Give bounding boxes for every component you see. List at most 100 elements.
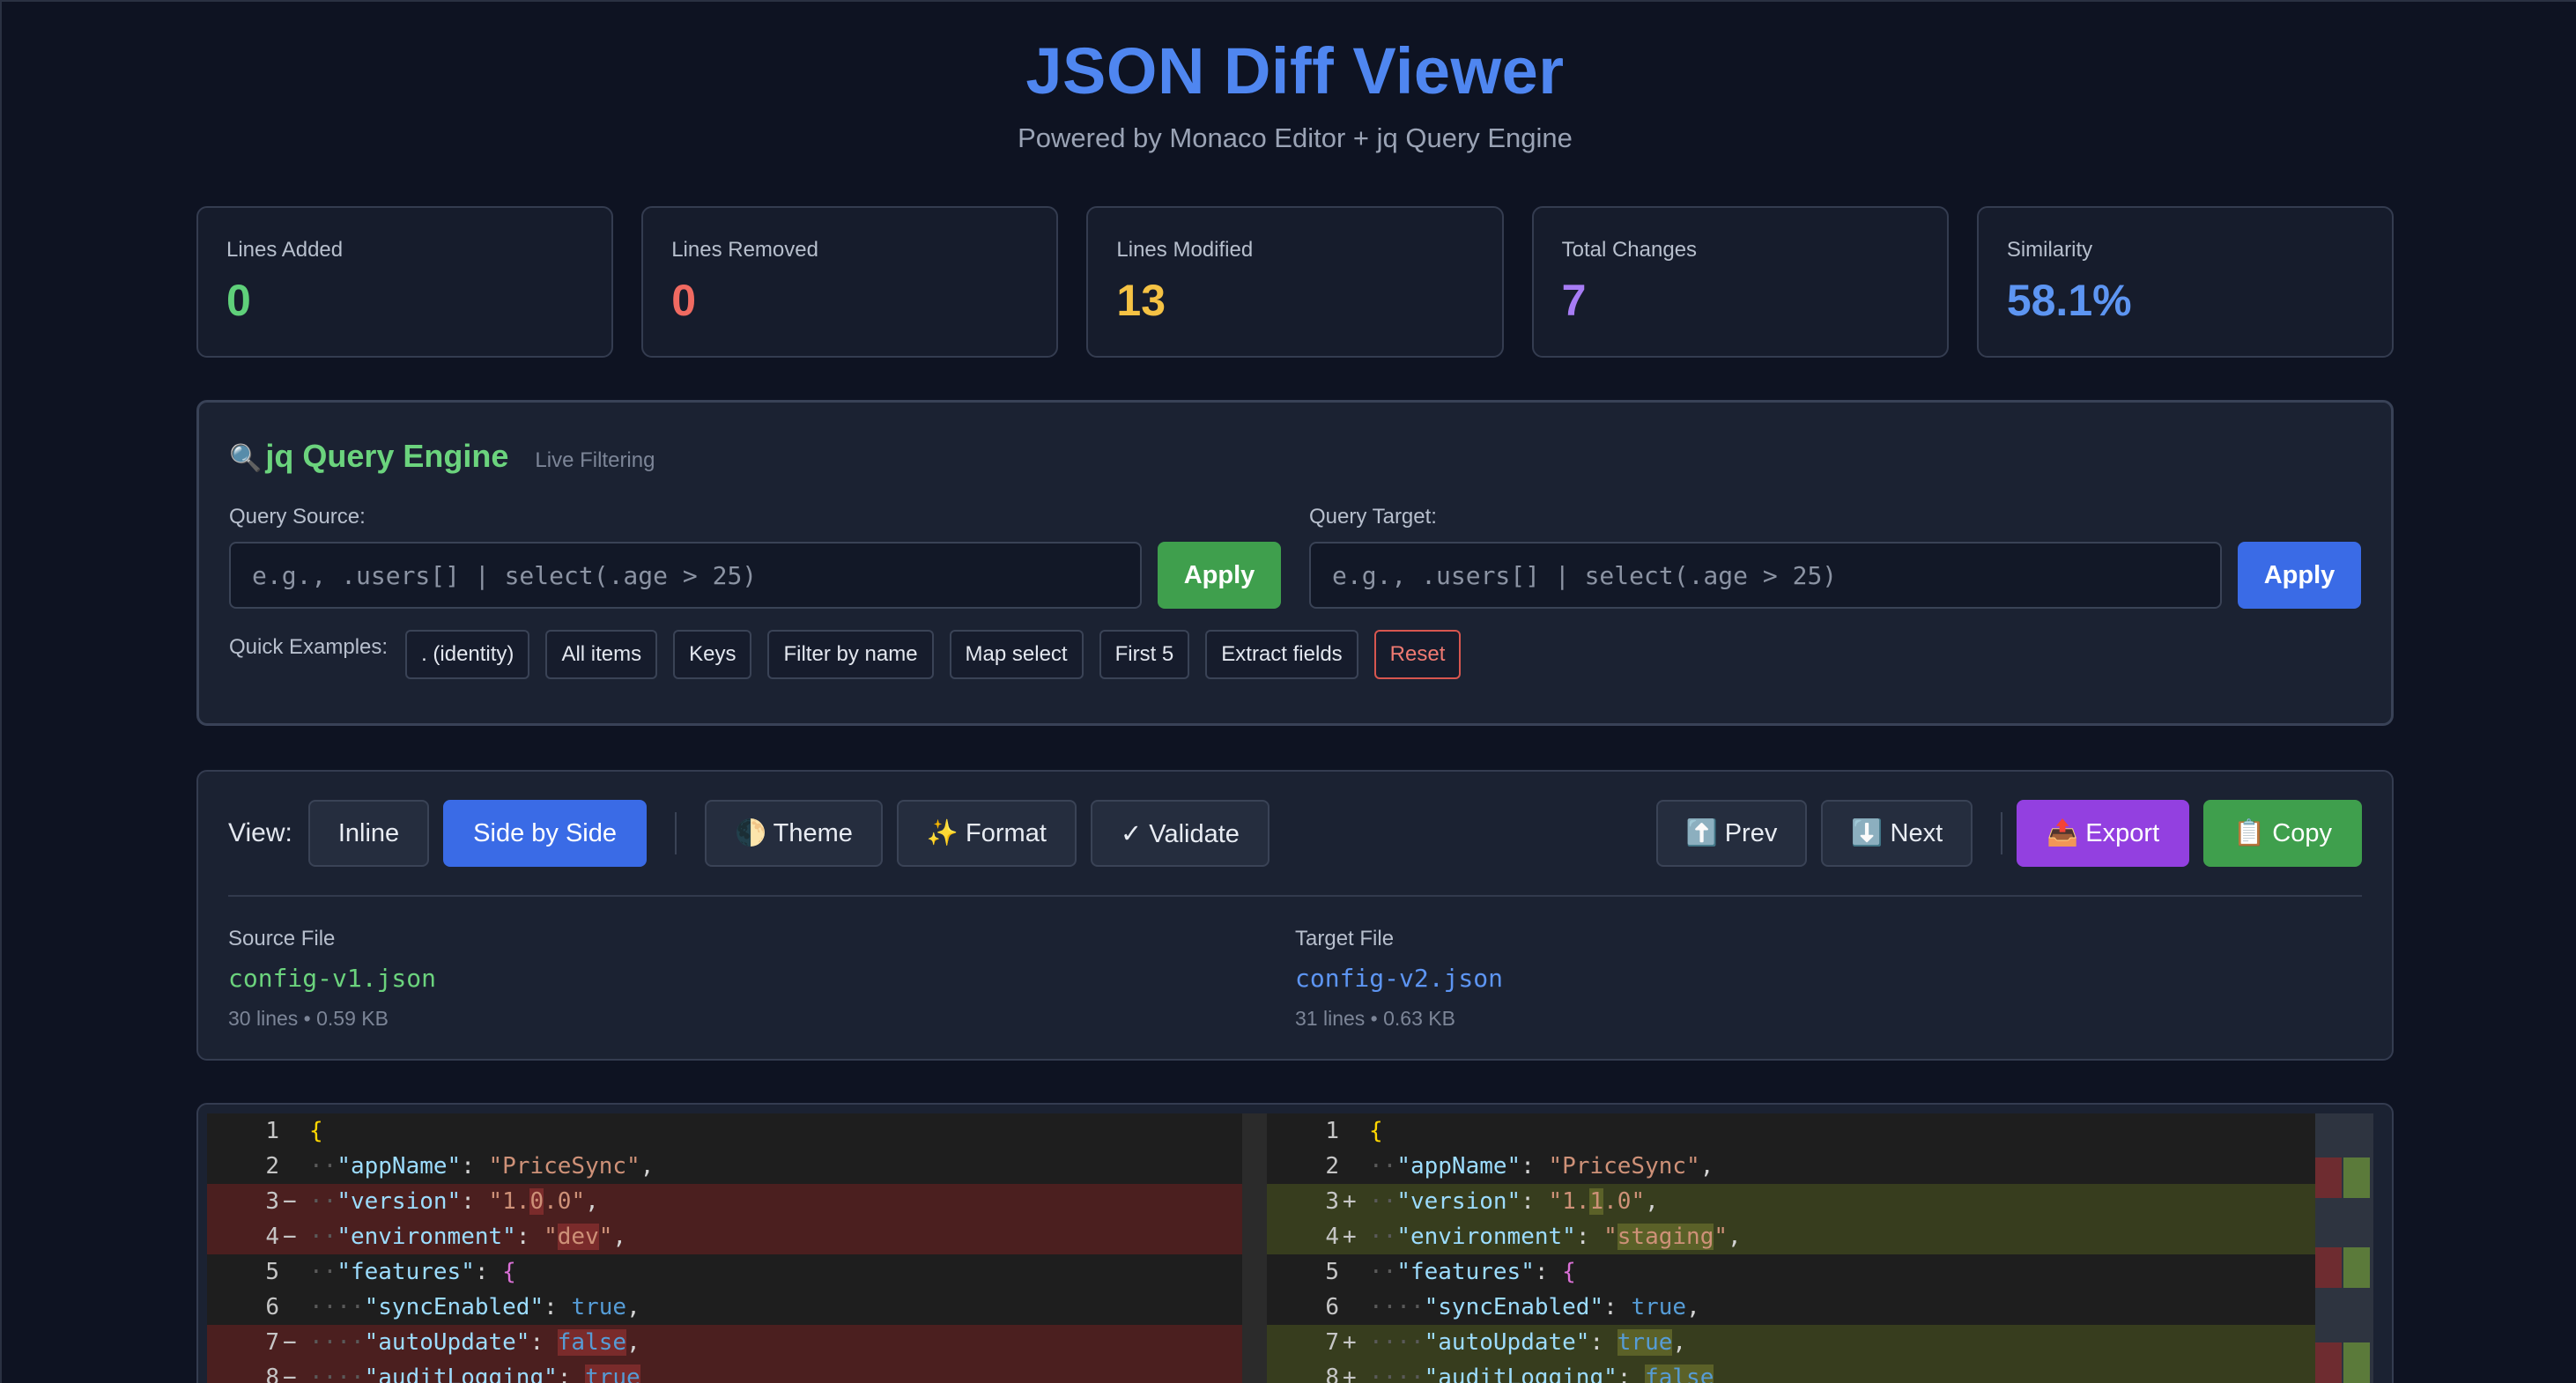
diff-gutter-marker: − [283,1224,297,1250]
stat-value: 13 [1116,276,1166,325]
query-source-group: Query Source: Apply [229,505,1281,609]
line-number: 3 [265,1188,279,1215]
left-code-line[interactable]: 8− ····"auditLogging": true [207,1360,1267,1383]
code-text: ··"appName": "PriceSync", [1369,1153,1714,1180]
source-editor-pane[interactable]: 1{ 2 ··"appName": "PriceSync", 3− ··"version… [207,1113,1267,1383]
right-code-line[interactable]: 7 + ····"autoUpdate": true, [1267,1325,2373,1360]
target-file-name: config-v2.json [1295,964,1504,993]
line-number: 7 [1325,1329,1339,1356]
query-source-input[interactable] [229,542,1142,609]
copy-button[interactable]: 📋 Copy [2203,800,2362,867]
toolbar-divider [674,812,677,854]
code-text: ··"appName": "PriceSync", [309,1153,655,1180]
apply-source-button[interactable]: Apply [1158,542,1281,609]
code-text: ····"syncEnabled": true, [309,1294,640,1320]
right-code-line[interactable]: 1{ [1267,1113,2373,1149]
next-change-button[interactable]: ⬇️ Next [1821,800,1973,867]
diff-editor-panel: 1{2 ··"appName": "PriceSync", 3− ··"version… [196,1103,2394,1383]
example-first-5[interactable]: First 5 [1099,630,1190,679]
line-number: 4 [1325,1224,1339,1250]
query-source-label: Query Source: [229,505,366,529]
source-file-name: config-v1.json [228,964,437,993]
query-target-group: Query Target: Apply [1309,505,2361,609]
left-code-line[interactable]: 7− ····"autoUpdate": false, [207,1325,1267,1360]
code-text: ··"environment": "staging", [1369,1224,1742,1250]
code-text: ··"features": { [309,1259,516,1285]
code-text: ····"autoUpdate": true, [1369,1329,1687,1356]
magnifier-icon: 🔍 [229,444,263,473]
stat-label: Lines Modified [1116,238,1254,262]
quick-examples: Quick Examples: . (identity) All items K… [229,630,2361,679]
export-button[interactable]: 📤 Export [2017,800,2190,867]
right-code-line[interactable]: 5 ··"features": { [1267,1254,2373,1290]
line-number: 2 [265,1153,279,1180]
page-title: JSON Diff Viewer [1025,34,1565,107]
source-file-info: Source File config-v1.json 30 lines • 0.… [228,927,1295,1031]
code-text: ··"version": "1.1.0", [1369,1188,1659,1215]
target-editor-pane[interactable]: 1{2 ··"appName": "PriceSync", 3 + ··"version… [1267,1113,2373,1383]
query-target-input[interactable] [1309,542,2222,609]
quick-examples-label: Quick Examples: [229,635,389,659]
line-number: 3 [1325,1188,1339,1215]
left-code-line[interactable]: 1{ [207,1113,1267,1149]
left-code-line[interactable]: 3− ··"version": "1.0.0", [207,1184,1267,1219]
example-all-items[interactable]: All items [545,630,658,679]
page-subtitle: Powered by Monaco Editor + jq Query Engi… [1018,122,1573,153]
apply-target-button[interactable]: Apply [2238,542,2361,609]
code-text: ··"environment": "dev", [309,1224,627,1250]
query-target-label: Query Target: [1309,505,1437,529]
stat-value: 7 [1561,276,1587,325]
file-info: Source File config-v1.json 30 lines • 0.… [228,927,2362,1031]
stat-lines-modified: Lines Modified 13 [1086,206,1504,358]
diff-gutter-marker: + [1343,1329,1357,1356]
example-filter-by-name[interactable]: Filter by name [767,630,934,679]
stat-label: Similarity [2006,238,2093,262]
prev-change-button[interactable]: ⬆️ Prev [1655,800,1808,867]
example-extract-fields[interactable]: Extract fields [1205,630,1358,679]
source-file-meta: 30 lines • 0.59 KB [228,1007,389,1030]
diff-gutter-marker: + [1343,1188,1357,1215]
example-identity[interactable]: . (identity) [405,630,530,679]
target-file-label: Target File [1295,927,1395,950]
toolbar: View: Inline Side by Side 🌓 Theme ✨ Form… [228,800,2362,867]
left-code-line[interactable]: 6 ····"syncEnabled": true, [207,1290,1267,1325]
diff-gutter-marker: + [1343,1224,1357,1250]
stat-value: 0 [671,276,697,325]
stat-lines-added: Lines Added 0 [196,206,614,358]
line-number: 1 [1325,1118,1339,1144]
inline-view-button[interactable]: Inline [307,800,430,867]
diff-gutter-marker: − [283,1329,297,1356]
left-code-line[interactable]: 5 ··"features": { [207,1254,1267,1290]
right-code-line[interactable]: 6 ····"syncEnabled": true, [1267,1290,2373,1325]
stat-value: 0 [226,276,251,325]
right-code-line[interactable]: 3 + ··"version": "1.1.0", [1267,1184,2373,1219]
toolbar-divider [2001,812,2003,854]
live-filtering-badge: Live Filtering [535,448,655,472]
reset-button[interactable]: Reset [1373,630,1462,679]
line-number: 6 [265,1294,279,1320]
example-map-select[interactable]: Map select [949,630,1084,679]
diff-overview-ruler[interactable] [2315,1113,2373,1383]
left-code-line[interactable]: 4− ··"environment": "dev", [207,1219,1267,1254]
validate-button[interactable]: ✓ Validate [1090,800,1269,867]
source-scrollbar[interactable] [1242,1113,1267,1383]
stat-label: Lines Added [226,238,344,262]
code-text: ····"autoUpdate": false, [309,1329,640,1356]
diff-gutter-marker: − [283,1365,297,1383]
right-code-line[interactable]: 2 ··"appName": "PriceSync", [1267,1149,2373,1184]
target-file-meta: 31 lines • 0.63 KB [1295,1007,1455,1030]
jq-title: 🔍 jq Query Engine [229,438,508,475]
theme-button[interactable]: 🌓 Theme [704,800,883,867]
side-by-side-view-button[interactable]: Side by Side [443,800,647,867]
format-button[interactable]: ✨ Format [896,800,1077,867]
stat-value: 58.1% [2006,276,2132,325]
code-text: ····"auditLogging": false [1369,1365,2373,1383]
stat-lines-removed: Lines Removed 0 [641,206,1059,358]
stat-label: Lines Removed [671,238,818,262]
example-keys[interactable]: Keys [673,630,752,679]
left-code-line[interactable]: 2 ··"appName": "PriceSync", [207,1149,1267,1184]
line-number: 7 [265,1329,279,1356]
right-code-line[interactable]: 4 + ··"environment": "staging", [1267,1219,2373,1254]
diff-gutter-marker: − [283,1188,297,1215]
right-code-line[interactable]: 8 + ····"auditLogging": false [1267,1360,2373,1383]
